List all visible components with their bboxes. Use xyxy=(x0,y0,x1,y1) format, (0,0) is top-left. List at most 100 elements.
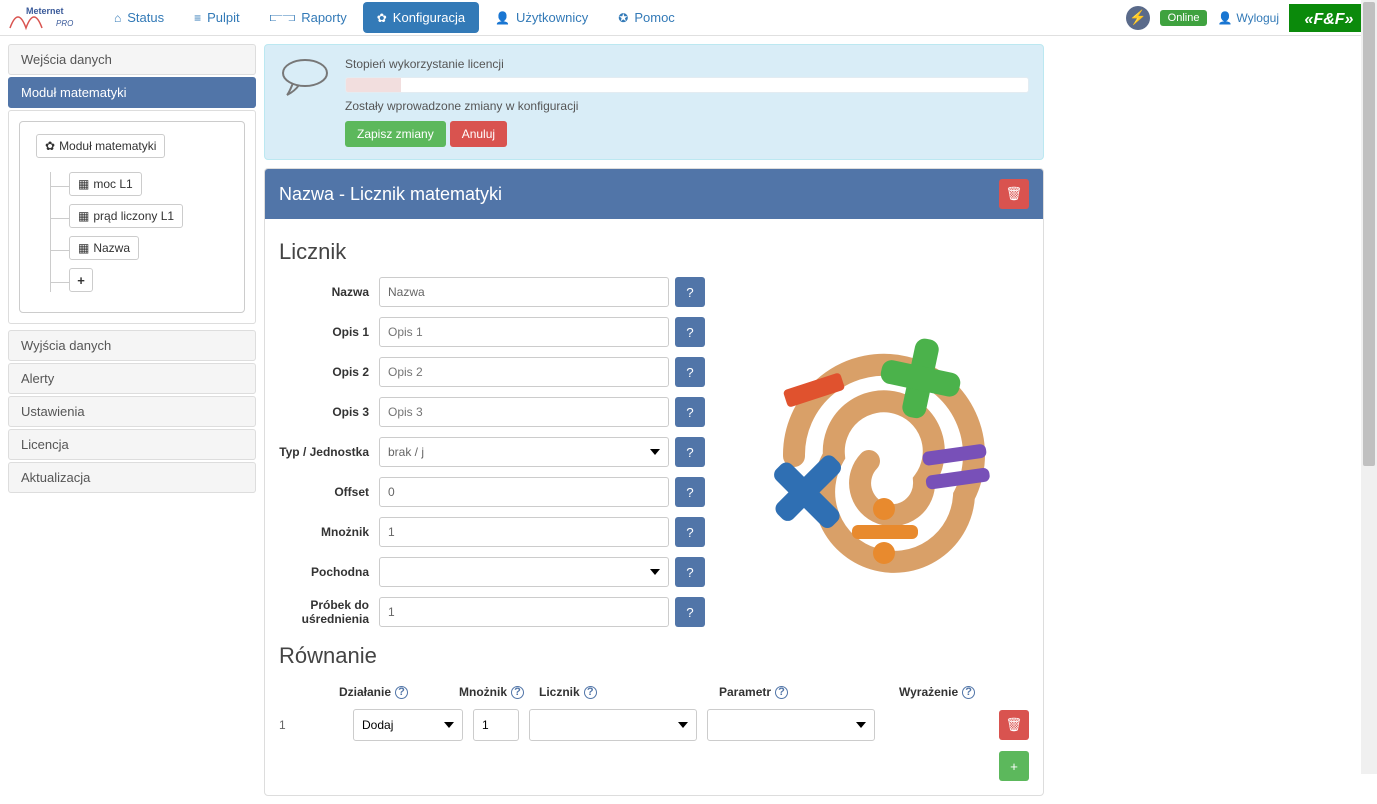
label-offset: Offset xyxy=(279,485,379,499)
help-nazwa-button[interactable]: ? xyxy=(675,277,705,307)
speech-bubble-icon xyxy=(279,57,331,100)
scrollbar-thumb[interactable] xyxy=(1363,2,1375,466)
th-wyrazenie: Wyrażenie xyxy=(899,685,958,699)
nav-uzytkownicy[interactable]: 👤Użytkownicy xyxy=(481,2,602,33)
save-changes-button[interactable]: Zapisz zmiany xyxy=(345,121,446,147)
section-licznik-title: Licznik xyxy=(279,239,1029,265)
label-opis3: Opis 3 xyxy=(279,405,379,419)
gear-icon: ✿ xyxy=(45,139,55,153)
input-offset[interactable] xyxy=(379,477,669,507)
tree-panel: ✿Moduł matematyki ▦moc L1 ▦prąd liczony … xyxy=(8,110,256,324)
section-rownanie-title: Równanie xyxy=(279,643,1029,669)
help-opis3-button[interactable]: ? xyxy=(675,397,705,427)
topbar: Meternet PRO ⌂Status ≡Pulpit ⫍⫎Raporty ✿… xyxy=(0,0,1377,36)
input-mnoznik[interactable] xyxy=(379,517,669,547)
grid-icon: ▦ xyxy=(78,177,89,191)
gear-icon: ✿ xyxy=(377,11,387,25)
life-ring-icon: ✪ xyxy=(618,11,628,25)
cancel-button[interactable]: Anuluj xyxy=(450,121,507,147)
nav-pomoc[interactable]: ✪Pomoc xyxy=(604,2,689,33)
tree-node-prad-liczony-l1[interactable]: ▦prąd liczony L1 xyxy=(69,204,183,228)
delete-panel-button[interactable]: 🗑 xyxy=(999,179,1029,209)
sidebar-item-wyjscia[interactable]: Wyjścia danych xyxy=(8,330,256,361)
online-badge: Online xyxy=(1160,10,1208,26)
select-dzialanie[interactable]: Dodaj xyxy=(353,709,463,741)
th-licznik: Licznik xyxy=(539,685,580,699)
help-probek-button[interactable]: ? xyxy=(675,597,705,627)
help-opis1-button[interactable]: ? xyxy=(675,317,705,347)
grid-icon: ▦ xyxy=(78,241,89,255)
math-counter-panel: Nazwa - Licznik matematyki 🗑 Licznik Naz… xyxy=(264,168,1044,796)
nav-raporty[interactable]: ⫍⫎Raporty xyxy=(256,2,361,33)
user-icon: 👤 xyxy=(495,11,510,25)
help-icon[interactable]: ? xyxy=(584,686,597,699)
svg-text:Meternet: Meternet xyxy=(26,6,64,16)
main-nav: ⌂Status ≡Pulpit ⫍⫎Raporty ✿Konfiguracja … xyxy=(100,2,689,33)
help-typ-button[interactable]: ? xyxy=(675,437,705,467)
select-pochodna[interactable] xyxy=(379,557,669,587)
list-icon: ≡ xyxy=(194,11,201,25)
svg-text:PRO: PRO xyxy=(56,19,73,28)
sidebar-item-modul[interactable]: Moduł matematyki xyxy=(8,77,256,108)
add-row-button[interactable]: + xyxy=(999,751,1029,781)
sidebar-item-licencja[interactable]: Licencja xyxy=(8,429,256,460)
label-typ: Typ / Jednostka xyxy=(279,445,379,459)
panel-title: Nazwa - Licznik matematyki xyxy=(279,184,502,205)
home-icon: ⌂ xyxy=(114,11,121,25)
input-row-mnoznik[interactable] xyxy=(473,709,519,741)
input-opis2[interactable] xyxy=(379,357,669,387)
sidebar-item-ustawienia[interactable]: Ustawienia xyxy=(8,396,256,427)
nav-pulpit[interactable]: ≡Pulpit xyxy=(180,2,254,33)
alert-changes-text: Zostały wprowadzone zmiany w konfiguracj… xyxy=(345,99,1029,113)
help-icon[interactable]: ? xyxy=(775,686,788,699)
equation-row-1: 1 Dodaj 🗑 xyxy=(279,709,1029,741)
label-pochodna: Pochodna xyxy=(279,565,379,579)
chart-icon: ⫍⫎ xyxy=(270,10,296,25)
tree-node-moc-l1[interactable]: ▦moc L1 xyxy=(69,172,142,196)
equation-headers: Działanie? Mnożnik? Licznik? Parametr? W… xyxy=(279,681,1029,703)
label-probek: Próbek do uśrednienia xyxy=(279,598,379,627)
help-offset-button[interactable]: ? xyxy=(675,477,705,507)
tree-add-button[interactable]: + xyxy=(69,268,93,292)
help-icon[interactable]: ? xyxy=(962,686,975,699)
help-icon[interactable]: ? xyxy=(395,686,408,699)
input-nazwa[interactable] xyxy=(379,277,669,307)
select-typ[interactable]: brak / j xyxy=(379,437,669,467)
help-mnoznik-button[interactable]: ? xyxy=(675,517,705,547)
select-licznik[interactable] xyxy=(529,709,697,741)
svg-text:«F&F»: «F&F» xyxy=(1305,11,1354,28)
label-opis1: Opis 1 xyxy=(279,325,379,339)
sidebar-item-wejscia[interactable]: Wejścia danych xyxy=(8,44,256,75)
tree-node-nazwa[interactable]: ▦Nazwa xyxy=(69,236,139,260)
help-opis2-button[interactable]: ? xyxy=(675,357,705,387)
license-alert: Stopień wykorzystanie licencji Zostały w… xyxy=(264,44,1044,160)
tree-root[interactable]: ✿Moduł matematyki xyxy=(36,134,165,158)
grid-icon: ▦ xyxy=(78,209,89,223)
label-opis2: Opis 2 xyxy=(279,365,379,379)
th-mnoznik: Mnożnik xyxy=(459,685,507,699)
plug-icon[interactable]: ⚡ xyxy=(1126,6,1150,30)
input-opis1[interactable] xyxy=(379,317,669,347)
label-mnoznik: Mnożnik xyxy=(279,525,379,539)
nav-konfiguracja[interactable]: ✿Konfiguracja xyxy=(363,2,479,33)
delete-row-button[interactable]: 🗑 xyxy=(999,710,1029,740)
sidebar: Wejścia danych Moduł matematyki ✿Moduł m… xyxy=(8,44,256,493)
math-illustration xyxy=(744,326,1024,589)
trash-icon: 🗑 xyxy=(1006,717,1023,733)
help-pochodna-button[interactable]: ? xyxy=(675,557,705,587)
logo-meternet: Meternet PRO xyxy=(8,4,88,32)
help-icon[interactable]: ? xyxy=(511,686,524,699)
plus-icon: + xyxy=(1010,759,1018,774)
input-opis3[interactable] xyxy=(379,397,669,427)
select-parametr[interactable] xyxy=(707,709,875,741)
sidebar-item-alerty[interactable]: Alerty xyxy=(8,363,256,394)
sidebar-item-aktualizacja[interactable]: Aktualizacja xyxy=(8,462,256,493)
user-icon: 👤 xyxy=(1217,11,1232,25)
input-probek[interactable] xyxy=(379,597,669,627)
license-progress xyxy=(345,77,1029,93)
nav-status[interactable]: ⌂Status xyxy=(100,2,178,33)
ff-logo: «F&F» xyxy=(1289,4,1369,32)
logout-link[interactable]: 👤Wyloguj xyxy=(1217,11,1279,25)
vertical-scrollbar[interactable] xyxy=(1361,0,1377,774)
alert-title: Stopień wykorzystanie licencji xyxy=(345,57,1029,71)
